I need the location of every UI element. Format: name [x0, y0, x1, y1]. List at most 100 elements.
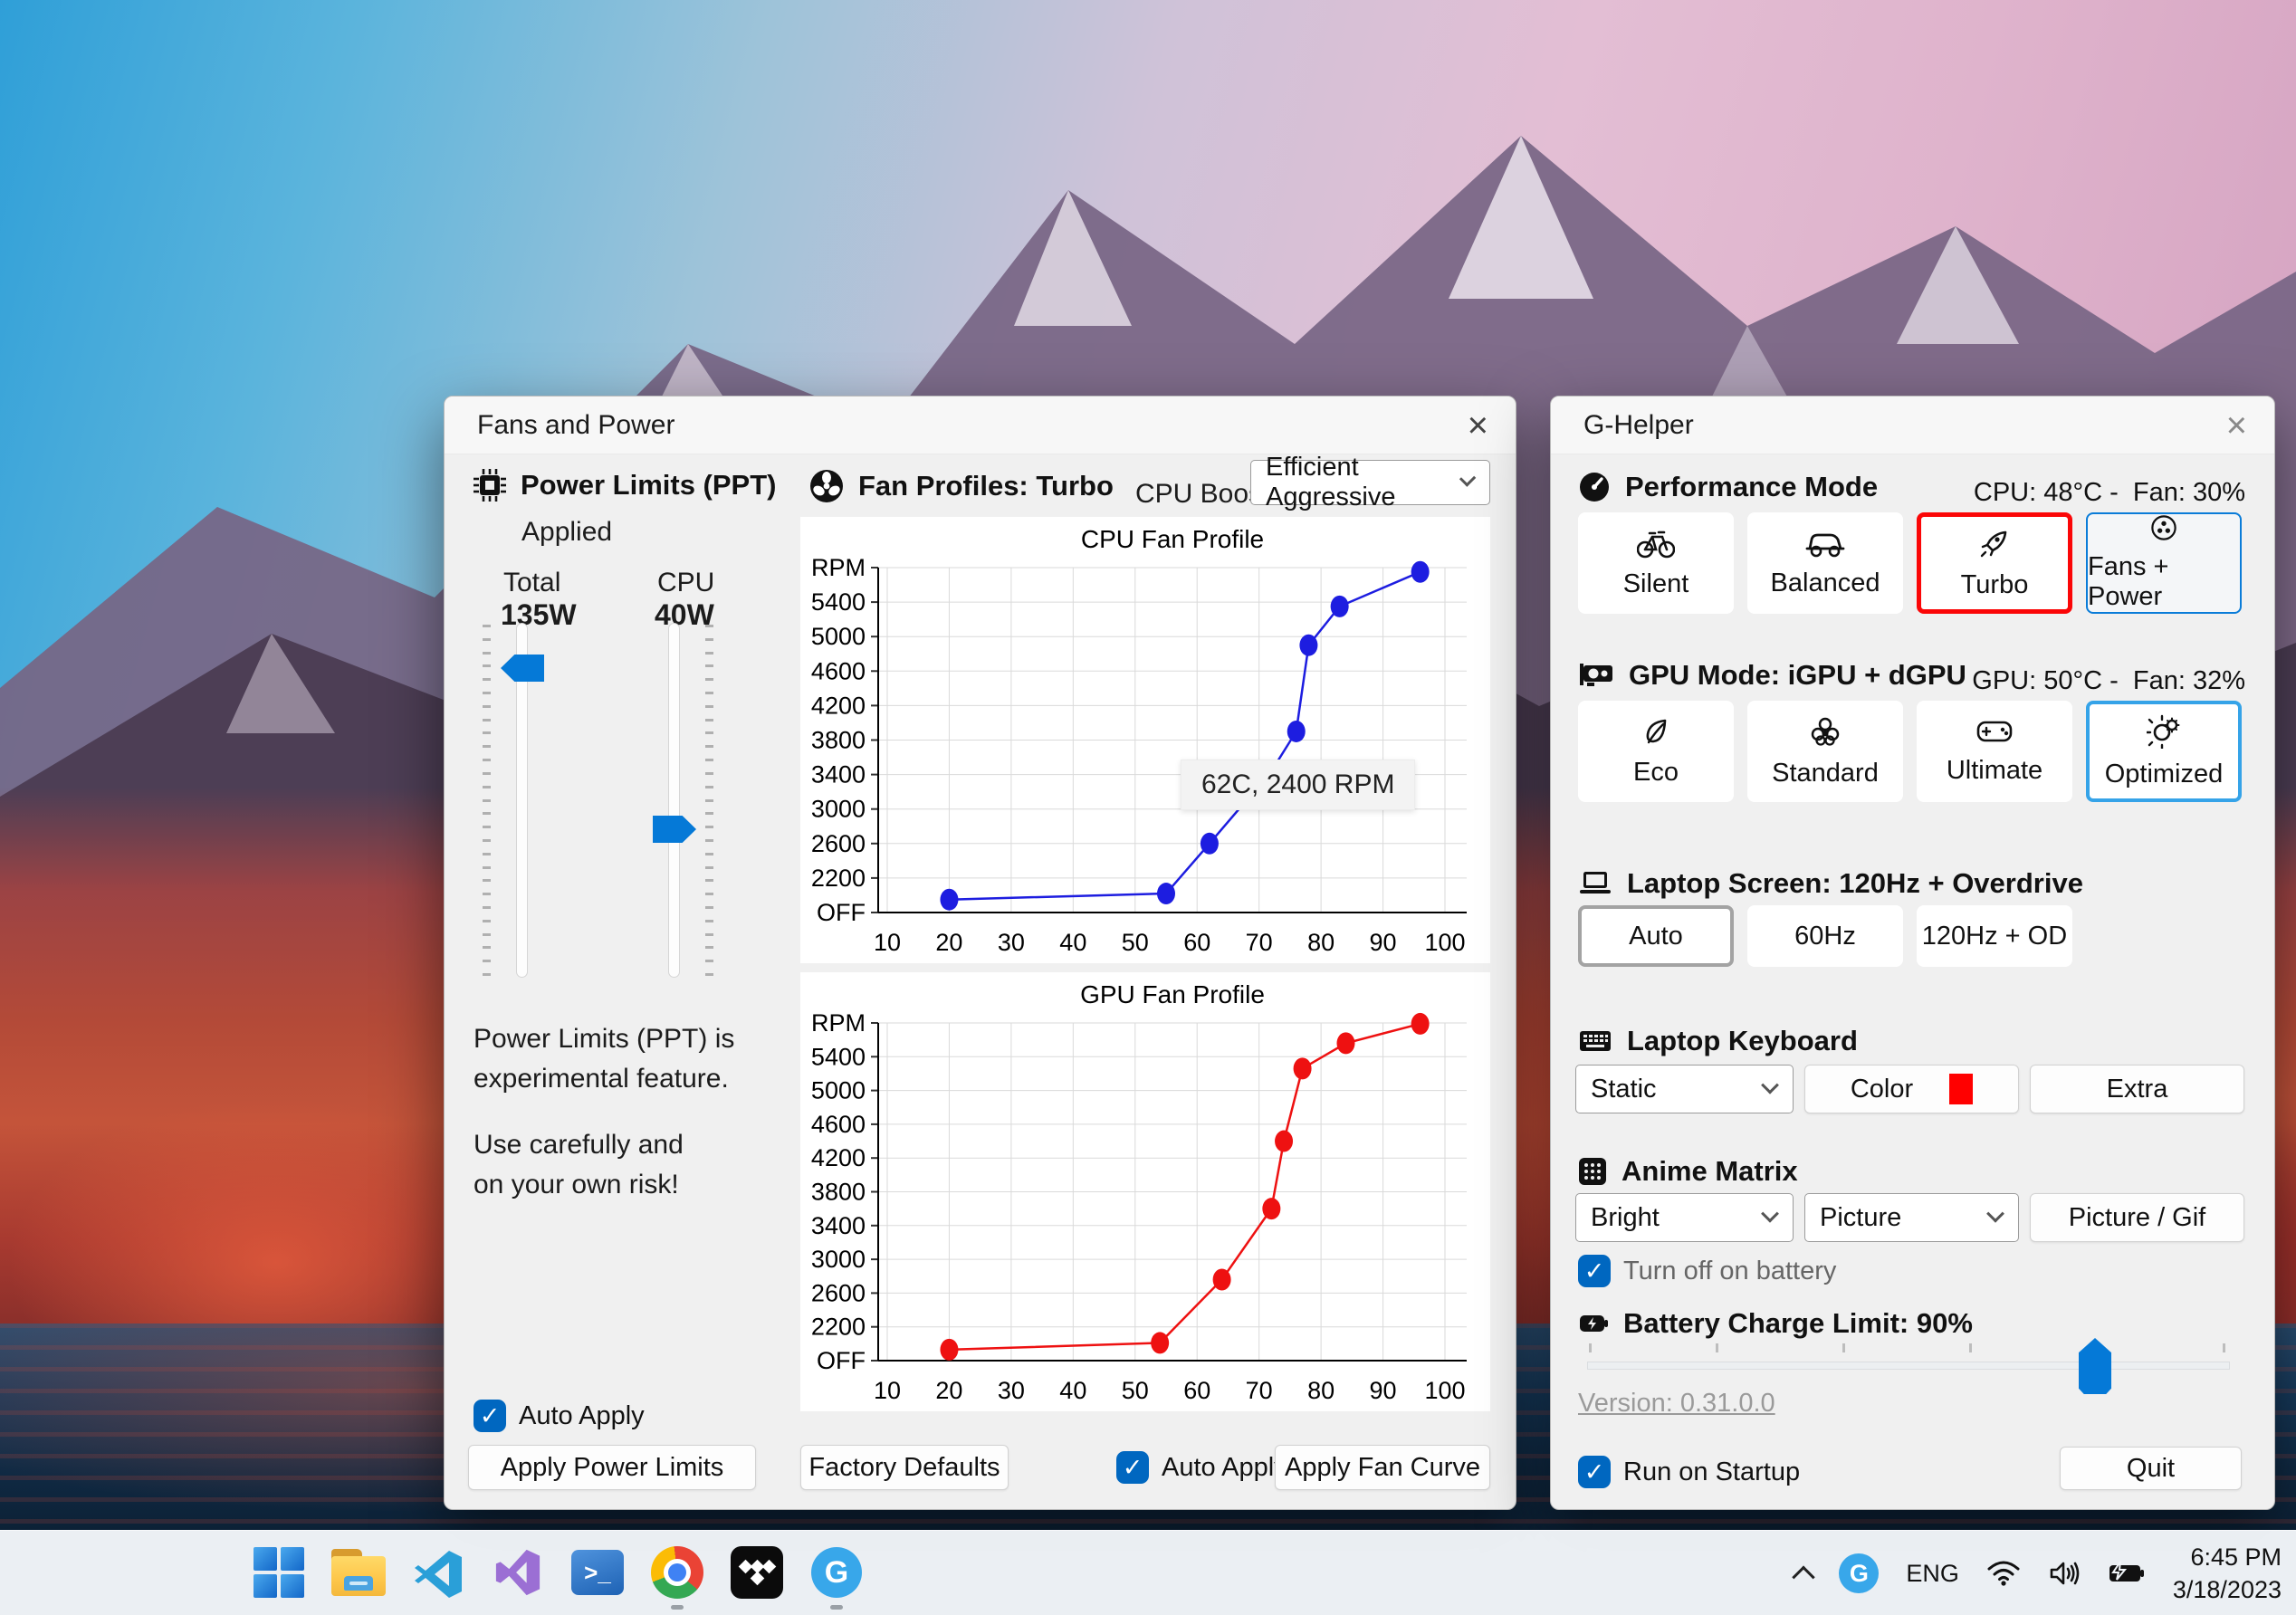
tray-chevron-up-icon[interactable] — [1792, 1565, 1816, 1589]
optimized-bulb-gear-icon — [2147, 714, 2180, 749]
dot-matrix-icon — [1579, 1158, 1606, 1185]
close-icon[interactable]: × — [1468, 407, 1488, 444]
tray-time: 6:45 PM — [2190, 1543, 2282, 1571]
svg-text:100: 100 — [1424, 1377, 1465, 1404]
chrome-button[interactable] — [648, 1543, 706, 1601]
fan-auto-apply-label: Auto Apply — [1162, 1452, 1287, 1482]
battery-tray-icon[interactable] — [2108, 1560, 2146, 1587]
quit-button[interactable]: Quit — [2060, 1447, 2242, 1490]
svg-text:2200: 2200 — [811, 865, 866, 892]
chevron-down-icon — [1986, 1204, 2004, 1223]
cpu-slider-track[interactable] — [668, 623, 680, 978]
tidal-button[interactable] — [728, 1543, 786, 1601]
ghelper-title: G-Helper — [1583, 409, 1694, 440]
ghelper-titlebar[interactable]: G-Helper × — [1551, 397, 2274, 454]
svg-text:RPM: RPM — [811, 1009, 866, 1037]
version-link[interactable]: Version: 0.31.0.0 — [1578, 1389, 1775, 1419]
fan-auto-apply-row: ✓ Auto Apply — [1116, 1451, 1287, 1484]
cpu-slider-thumb[interactable] — [653, 816, 696, 843]
chevron-down-icon — [1761, 1075, 1779, 1094]
run-on-startup-checkbox[interactable]: ✓ — [1578, 1456, 1611, 1488]
total-slider-thumb[interactable] — [501, 655, 544, 682]
fan-auto-apply-checkbox[interactable]: ✓ — [1116, 1451, 1149, 1484]
factory-defaults-button[interactable]: Factory Defaults — [800, 1445, 1009, 1490]
ghelper-taskbar-button[interactable]: G — [808, 1543, 866, 1601]
apply-power-limits-button[interactable]: Apply Power Limits — [468, 1445, 756, 1490]
cpu-boost-dropdown[interactable]: Efficient Aggressive — [1250, 453, 1490, 511]
svg-text:60: 60 — [1183, 1377, 1210, 1404]
battery-tick — [1842, 1343, 1845, 1352]
fans-window-titlebar[interactable]: Fans and Power × — [445, 397, 1516, 454]
close-icon[interactable]: × — [2226, 407, 2247, 444]
svg-text:3400: 3400 — [811, 761, 866, 788]
file-explorer-button[interactable] — [330, 1543, 387, 1601]
cpu-fan-chart-panel: CPU Fan Profile 10 20 30 40 50 60 70 80 90 100 OFF 2… — [800, 517, 1490, 963]
visual-studio-button[interactable] — [489, 1543, 547, 1601]
svg-text:OFF: OFF — [817, 899, 866, 926]
keyboard-color-button[interactable]: Color — [1804, 1065, 2019, 1113]
svg-text:2600: 2600 — [811, 1279, 866, 1306]
svg-text:80: 80 — [1307, 1377, 1335, 1404]
battery-slider-thumb[interactable] — [2079, 1338, 2111, 1394]
svg-text:4600: 4600 — [811, 657, 866, 684]
svg-text:3000: 3000 — [811, 796, 866, 823]
laptop-keyboard-header: Laptop Keyboard — [1578, 1025, 1858, 1057]
start-button[interactable] — [250, 1543, 308, 1601]
gpu-ultimate-button[interactable]: Ultimate — [1917, 701, 2072, 802]
svg-text:70: 70 — [1246, 929, 1273, 956]
power-auto-apply-row: ✓ Auto Apply — [474, 1400, 645, 1432]
keyboard-mode-dropdown[interactable]: Static — [1575, 1065, 1794, 1113]
battery-charging-icon — [1580, 1315, 1608, 1332]
wifi-icon[interactable] — [1986, 1560, 2021, 1587]
screen-auto-button[interactable]: Auto — [1578, 905, 1734, 967]
svg-text:5000: 5000 — [811, 1077, 866, 1104]
screen-120hz-od-button[interactable]: 120Hz + OD — [1917, 905, 2072, 967]
language-indicator[interactable]: ENG — [1906, 1560, 1959, 1588]
tray-date: 3/18/2023 — [2172, 1576, 2282, 1603]
laptop-icon — [1580, 872, 1611, 894]
volume-icon[interactable] — [2048, 1560, 2081, 1587]
chrome-running-indicator — [671, 1605, 684, 1610]
svg-text:40: 40 — [1059, 929, 1086, 956]
power-limits-header: Power Limits (PPT) — [474, 469, 776, 502]
svg-text:20: 20 — [935, 1377, 962, 1404]
apply-fan-curve-button[interactable]: Apply Fan Curve — [1275, 1445, 1490, 1490]
power-auto-apply-label: Auto Apply — [519, 1400, 645, 1430]
car-icon — [1805, 533, 1845, 557]
run-on-startup-row: ✓ Run on Startup — [1578, 1456, 1800, 1488]
clock[interactable]: 6:45 PM 3/18/2023 — [2173, 1541, 2282, 1607]
gpu-standard-button[interactable]: Standard — [1747, 701, 1903, 802]
gpu-optimized-button[interactable]: Optimized — [2086, 701, 2242, 802]
powershell-button[interactable]: >_ — [569, 1543, 627, 1601]
svg-text:100: 100 — [1424, 929, 1465, 956]
taskbar: >_ G G ENG 6:45 PM 3/18/2023 — [0, 1530, 2296, 1615]
keyboard-color-swatch — [1949, 1074, 1974, 1104]
gpu-fan-curve-chart[interactable]: GPU Fan Profile 10 20 30 40 50 60 70 80 90 100 OFF 2… — [800, 972, 1490, 1411]
ghelper-tray-icon[interactable]: G — [1839, 1553, 1880, 1593]
matrix-brightness-dropdown[interactable]: Bright — [1575, 1193, 1794, 1242]
mode-balanced-button[interactable]: Balanced — [1747, 512, 1903, 614]
cpu-fan-curve-chart[interactable]: CPU Fan Profile 10 20 30 40 50 60 70 80 90 100 OFF 2… — [800, 517, 1490, 963]
svg-text:30: 30 — [998, 929, 1025, 956]
keyboard-extra-button[interactable]: Extra — [2030, 1065, 2244, 1113]
desktop: Fans and Power × Power Limits (PPT) Appl… — [0, 0, 2296, 1615]
matrix-picture-gif-button[interactable]: Picture / Gif — [2030, 1193, 2244, 1242]
mode-turbo-button[interactable]: Turbo — [1917, 512, 2072, 614]
power-auto-apply-checkbox[interactable]: ✓ — [474, 1400, 506, 1432]
svg-text:4200: 4200 — [811, 692, 866, 719]
vscode-button[interactable] — [409, 1543, 467, 1601]
power-limits-note-1: Power Limits (PPT) is experimental featu… — [474, 1024, 735, 1094]
turn-off-on-battery-checkbox[interactable]: ✓ — [1578, 1255, 1611, 1287]
matrix-running-dropdown[interactable]: Picture — [1804, 1193, 2019, 1242]
mode-fans-power-button[interactable]: Fans + Power — [2086, 512, 2242, 614]
flower-icon — [1811, 717, 1840, 746]
mode-silent-button[interactable]: Silent — [1578, 512, 1734, 614]
battery-slider-track[interactable] — [1587, 1362, 2230, 1370]
svg-text:3800: 3800 — [811, 1179, 866, 1206]
fan-point-tooltip: 62C, 2400 RPM — [1181, 760, 1416, 810]
gpu-eco-button[interactable]: Eco — [1578, 701, 1734, 802]
screen-60hz-button[interactable]: 60Hz — [1747, 905, 1903, 967]
svg-text:40: 40 — [1059, 1377, 1086, 1404]
vscode-icon — [415, 1551, 462, 1598]
g-helper-window: G-Helper × Performance Mode CPU: 48°C - … — [1550, 396, 2275, 1510]
